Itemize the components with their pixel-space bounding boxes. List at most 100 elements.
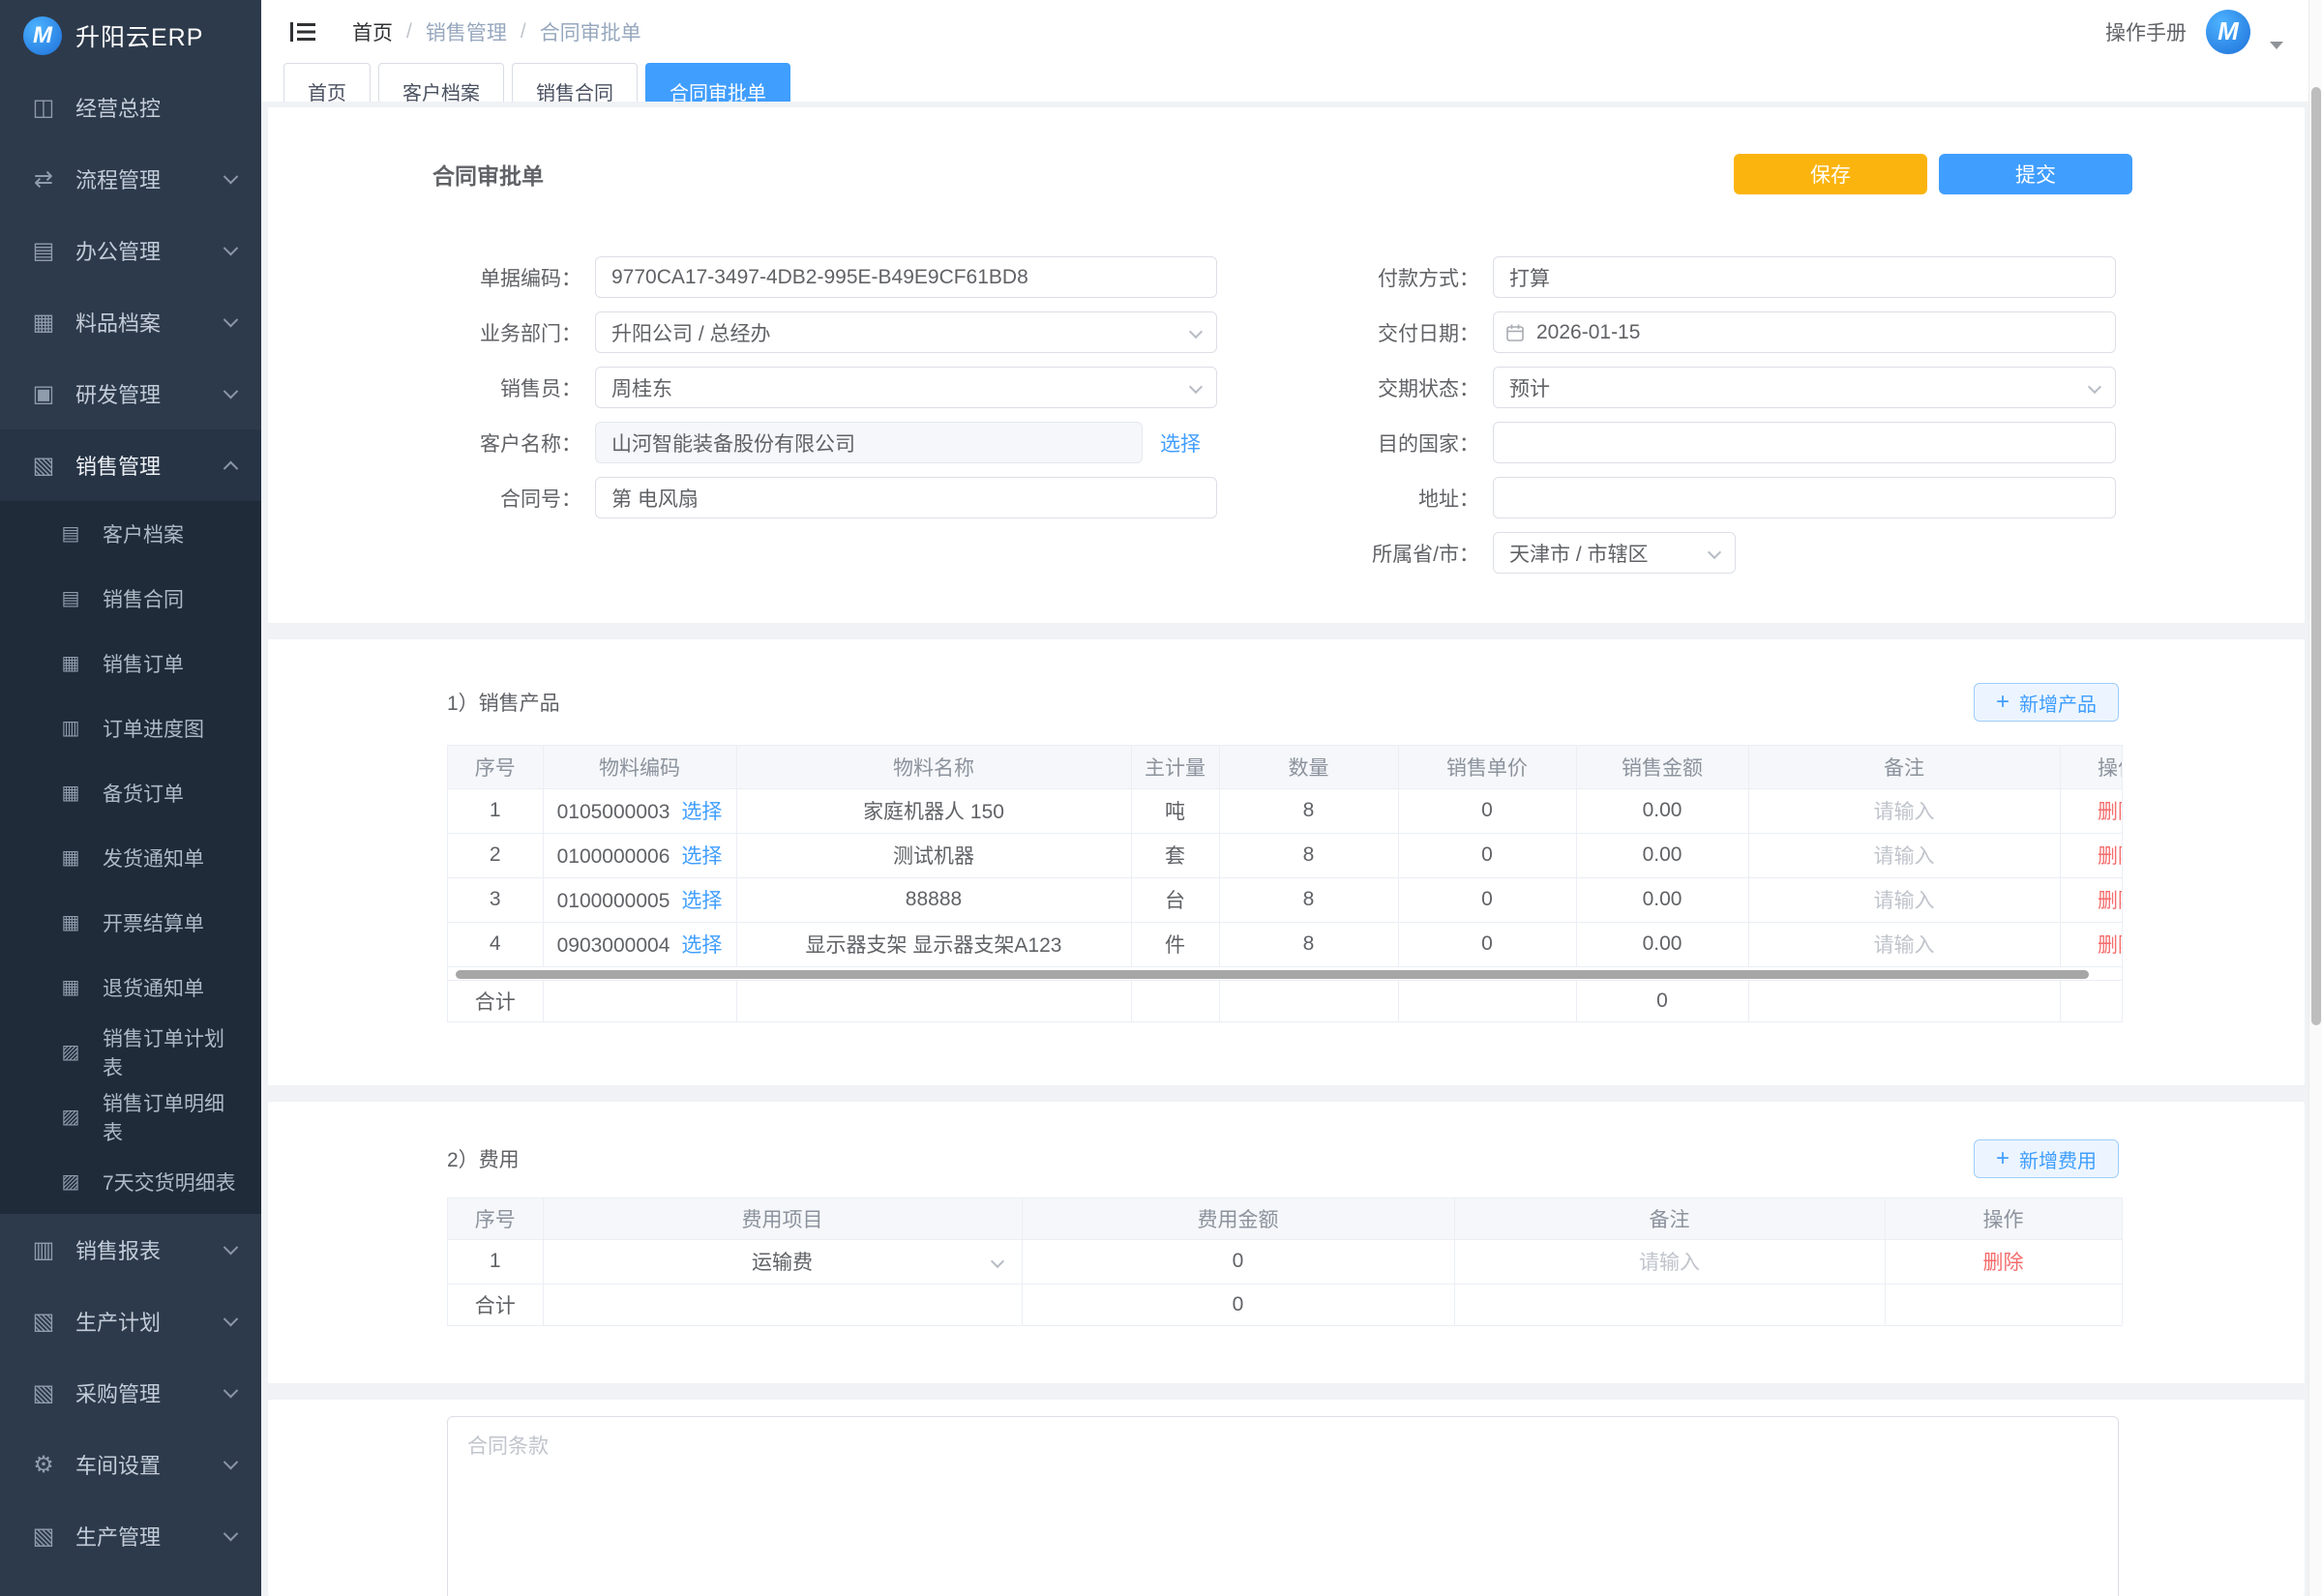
province-city-select[interactable]: 天津市 / 市辖区 [1493, 532, 1736, 574]
qty-cell[interactable]: 8 [1219, 833, 1398, 877]
material-name-cell: 测试机器 [736, 833, 1131, 877]
hamburger-menu-icon[interactable] [288, 19, 317, 44]
price-cell[interactable]: 0 [1398, 788, 1576, 833]
caret-down-icon[interactable] [2270, 42, 2283, 49]
tab-4[interactable]: 合同审批单 [645, 63, 790, 102]
sidebar-item-10[interactable]: ⚙车间设置 [0, 1429, 261, 1500]
sidebar-subitem-2[interactable]: ▤销售合同 [0, 566, 261, 631]
price-cell[interactable]: 0 [1398, 877, 1576, 922]
chevron-down-icon [2088, 380, 2101, 394]
sidebar-subitem-label: 销售订单 [103, 649, 184, 678]
sidebar-submenu: ▤客户档案▤销售合同▦销售订单▥订单进度图▦备货订单▦发货通知单▦开票结算单▦退… [0, 501, 261, 1214]
price-cell[interactable]: 0 [1398, 833, 1576, 877]
sidebar-item-9[interactable]: ▧采购管理 [0, 1357, 261, 1429]
sidebar-item-1[interactable]: ◫经营总控 [0, 72, 261, 143]
sidebar-subitem-1[interactable]: ▤客户档案 [0, 501, 261, 566]
qty-cell[interactable]: 8 [1219, 922, 1398, 966]
add-fee-button[interactable]: 新增费用 [1974, 1139, 2119, 1178]
total-label-cell: 合计 [448, 980, 543, 1021]
sidebar-subitem-10[interactable]: ▨销售订单明细表 [0, 1084, 261, 1149]
select-material-link[interactable]: 选择 [681, 934, 722, 957]
payment-method-input[interactable] [1493, 256, 2116, 298]
add-product-button[interactable]: 新增产品 [1974, 683, 2119, 722]
op-cell: 删除 [2060, 877, 2123, 922]
sidebar-menu: ◫经营总控⇄流程管理 ▤ 办公管理 ▦料品档案▣研发管理▧销售管理▤客户档案▤销售合同… [0, 72, 261, 1596]
horizontal-scrollbar-thumb[interactable] [456, 970, 2089, 979]
sidebar-item-4[interactable]: ▦料品档案 [0, 286, 261, 358]
remark-input[interactable]: 请输入 [1454, 1239, 1885, 1284]
terms-wrap [268, 1400, 2305, 1596]
flow-icon: ⇄ [29, 165, 58, 193]
remark-input[interactable]: 请输入 [1748, 877, 2060, 922]
fee-amount-cell[interactable]: 0 [1022, 1239, 1454, 1284]
customer-name-select-link[interactable]: 选择 [1160, 429, 1201, 458]
avatar[interactable]: M [2206, 10, 2250, 54]
add-product-label: 新增产品 [2019, 689, 2097, 717]
dest-country-input[interactable] [1493, 422, 2116, 463]
sidebar-subitem-label: 7天交货明细表 [103, 1167, 236, 1197]
delete-row-link[interactable]: 删除 [2098, 801, 2123, 823]
breadcrumb-item-1[interactable]: 首页 [352, 17, 393, 46]
tab-2[interactable]: 客户档案 [378, 63, 504, 102]
op-cell: 删除 [2060, 922, 2123, 966]
delete-row-link[interactable]: 删除 [2098, 934, 2123, 957]
chart-icon: ▥ [56, 716, 85, 740]
delete-row-link[interactable]: 删除 [2098, 890, 2123, 912]
sidebar-subitem-5[interactable]: ▦备货订单 [0, 760, 261, 825]
sidebar-subitem-3[interactable]: ▦销售订单 [0, 631, 261, 695]
delivery-date-input[interactable]: 2026-01-15 [1493, 311, 2116, 353]
qty-cell[interactable]: 8 [1219, 788, 1398, 833]
sidebar-subitem-6[interactable]: ▦发货通知单 [0, 825, 261, 890]
sidebar-item-label: 办公管理 [75, 235, 161, 266]
remark-input[interactable]: 请输入 [1748, 788, 2060, 833]
price-cell[interactable]: 0 [1398, 922, 1576, 966]
chevron-down-icon [990, 1254, 1003, 1267]
select-material-link[interactable]: 选择 [681, 845, 722, 868]
qty-cell[interactable]: 8 [1219, 877, 1398, 922]
business-dept-value: 升阳公司 / 总经办 [611, 318, 771, 347]
column-header: 数量 [1219, 746, 1398, 788]
sidebar-item-8[interactable]: ▧生产计划 [0, 1286, 261, 1357]
sidebar-subitem-8[interactable]: ▦退货通知单 [0, 955, 261, 1020]
sidebar-subitem-11[interactable]: ▨7天交货明细表 [0, 1149, 261, 1214]
page-scrollbar-thumb[interactable] [2311, 87, 2321, 1025]
sidebar-item-2[interactable]: ⇄流程管理 [0, 143, 261, 215]
sidebar-item-label: 销售报表 [75, 1234, 161, 1265]
remark-input[interactable]: 请输入 [1748, 922, 2060, 966]
save-button[interactable]: 保存 [1734, 154, 1927, 194]
sidebar-subitem-4[interactable]: ▥订单进度图 [0, 695, 261, 760]
sidebar-subitem-7[interactable]: ▦开票结算单 [0, 890, 261, 955]
tab-1[interactable]: 首页 [283, 63, 371, 102]
sidebar-item-7[interactable]: ▥销售报表 [0, 1214, 261, 1286]
doc-code-label: 单据编码： [419, 256, 595, 298]
business-dept-select[interactable]: 升阳公司 / 总经办 [595, 311, 1217, 353]
office-icon: ▤ [29, 237, 58, 265]
salesman-select[interactable]: 周桂东 [595, 367, 1217, 408]
sidebar-item-3[interactable]: ▤ 办公管理 [0, 215, 261, 286]
manual-link[interactable]: 操作手册 [2105, 17, 2187, 46]
submit-button[interactable]: 提交 [1939, 154, 2132, 194]
plan-icon: ▧ [29, 1308, 58, 1336]
contract-no-label: 合同号： [419, 477, 595, 518]
fee-item-select[interactable]: 运输费 [544, 1240, 1022, 1284]
sidebar-item-12[interactable]: ▧委外管理 [0, 1572, 261, 1596]
contract-no-input[interactable] [595, 477, 1217, 518]
breadcrumb-item-2[interactable]: 销售管理 [426, 17, 507, 46]
delete-row-link[interactable]: 删除 [2098, 845, 2123, 868]
doc-code-input[interactable] [595, 256, 1217, 298]
sidebar-subitem-9[interactable]: ▨销售订单计划表 [0, 1020, 261, 1084]
tab-3[interactable]: 销售合同 [512, 63, 638, 102]
sidebar-item-5[interactable]: ▣研发管理 [0, 358, 261, 429]
select-material-link[interactable]: 选择 [681, 890, 722, 912]
address-input[interactable] [1493, 477, 2116, 518]
delete-row-link[interactable]: 删除 [1983, 1252, 2024, 1274]
sidebar-item-6[interactable]: ▧销售管理 [0, 429, 261, 501]
page-scrollbar[interactable] [2308, 0, 2322, 1596]
contract-terms-textarea[interactable] [447, 1416, 2119, 1596]
select-material-link[interactable]: 选择 [681, 801, 722, 823]
remark-input[interactable]: 请输入 [1748, 833, 2060, 877]
delivery-status-select[interactable]: 预计 [1493, 367, 2116, 408]
material-name-cell: 88888 [736, 877, 1131, 922]
sidebar-subitem-label: 销售合同 [103, 584, 184, 613]
sidebar-item-11[interactable]: ▧生产管理 [0, 1500, 261, 1572]
